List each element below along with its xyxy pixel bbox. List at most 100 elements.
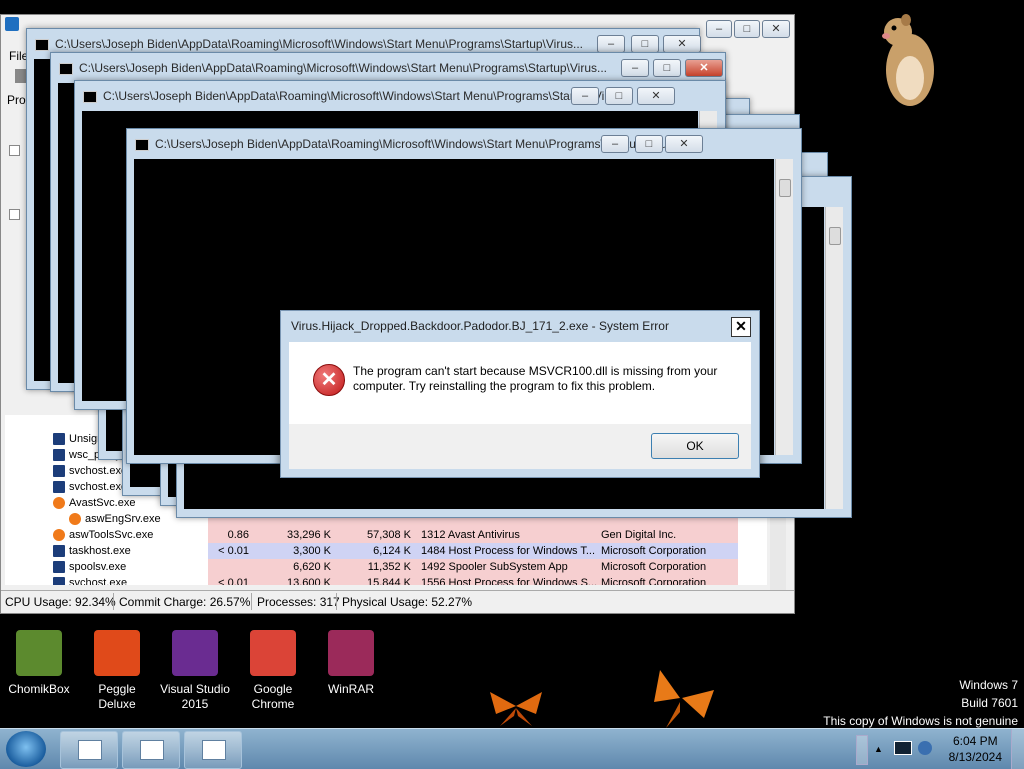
desktop-icon-label: WinRAR	[327, 682, 374, 696]
error-message: The program can't start because MSVCR100…	[353, 364, 718, 393]
cmd-scrollbar[interactable]	[775, 159, 793, 455]
cell-name: aswToolsSvc.exe	[69, 529, 154, 541]
cell-company: Microsoft Corporation	[601, 577, 707, 585]
dialog-body: ✕ The program can't start because MSVCR1…	[289, 342, 751, 424]
process-icon	[53, 433, 65, 445]
cmd-icon	[135, 139, 149, 151]
process-icon	[53, 561, 65, 573]
scroll-thumb[interactable]	[779, 179, 791, 197]
cmd-icon	[83, 91, 97, 103]
cell-name: spoolsv.exe	[69, 561, 127, 573]
close-button[interactable]: ✕	[665, 135, 703, 153]
tree-expander[interactable]	[9, 145, 20, 156]
cell-priv: 13,600 K	[286, 577, 331, 585]
clock[interactable]: 6:04 PM 8/13/2024	[949, 733, 1002, 765]
table-row[interactable]: taskhost.exe < 0.01 3,300 K 6,124 K 1484 Hos…	[5, 543, 767, 559]
tray-overflow-button[interactable]	[856, 735, 868, 765]
butterfly-icon	[644, 668, 722, 733]
dialog-close-button[interactable]: ✕	[731, 317, 751, 337]
taskbar-window-button[interactable]	[60, 731, 118, 769]
clock-time: 6:04 PM	[952, 734, 998, 748]
close-button[interactable]: ✕	[663, 35, 701, 53]
minimize-button[interactable]: –	[597, 35, 625, 53]
cell-ws: 6,124 K	[373, 545, 411, 557]
window-icon	[140, 740, 164, 760]
table-row[interactable]: spoolsv.exe 6,620 K 11,352 K 1492 Spooler S…	[5, 559, 767, 575]
process-icon	[53, 481, 65, 493]
butterfly-icon	[486, 686, 546, 731]
close-button[interactable]: ✕	[685, 59, 723, 77]
minimize-button[interactable]: –	[706, 20, 732, 38]
task-manager-icon	[5, 17, 19, 31]
action-center-icon[interactable]	[894, 741, 912, 755]
maximize-button[interactable]: □	[631, 35, 659, 53]
start-button[interactable]	[6, 731, 46, 767]
maximize-button[interactable]: □	[734, 20, 760, 38]
cmd-icon	[35, 39, 49, 51]
desktop-icon-peggle[interactable]: Peggle Deluxe	[82, 630, 152, 712]
cell-cpu: < 0.01	[218, 545, 249, 557]
cmd-window-title: C:\Users\Joseph Biden\AppData\Roaming\Mi…	[55, 37, 583, 51]
taskbar-window-button[interactable]	[184, 731, 242, 769]
cell-priv: 6,620 K	[293, 561, 331, 573]
window-icon	[202, 740, 226, 760]
status-bar: CPU Usage: 92.34% Commit Charge: 26.57% …	[1, 590, 794, 613]
process-icon	[53, 465, 65, 477]
windows-watermark: Windows 7 Build 7601 This copy of Window…	[823, 676, 1018, 730]
process-icon	[53, 449, 65, 461]
table-row[interactable]: svchost.exe < 0.01 13,600 K 15,844 K 1556 Ho…	[5, 575, 767, 585]
network-icon[interactable]	[918, 741, 932, 755]
maximize-button[interactable]: □	[653, 59, 681, 77]
taskbar: ▲ 6:04 PM 8/13/2024	[0, 728, 1024, 769]
cell-name: taskhost.exe	[69, 545, 131, 557]
cell-name: svchost.exe	[69, 577, 128, 585]
cell-company: Gen Digital Inc.	[601, 529, 677, 541]
tree-expander[interactable]	[9, 209, 20, 220]
watermark-line2: Build 7601	[961, 696, 1018, 710]
maximize-button[interactable]: □	[605, 87, 633, 105]
cpu-usage: CPU Usage: 92.34%	[5, 595, 116, 609]
desktop-icon-chomikbox[interactable]: ChomikBox	[4, 630, 74, 697]
process-icon	[53, 545, 65, 557]
desktop-icon-visual-studio[interactable]: Visual Studio 2015	[160, 630, 230, 712]
scroll-thumb[interactable]	[829, 227, 841, 245]
cmd-window-title: C:\Users\Joseph Biden\AppData\Roaming\Mi…	[79, 61, 607, 75]
ok-button[interactable]: OK	[651, 433, 739, 459]
close-button[interactable]: ✕	[637, 87, 675, 105]
visual-studio-icon	[172, 630, 218, 676]
physical-usage: Physical Usage: 52.27%	[342, 595, 473, 609]
cell-company: Microsoft Corporation	[601, 545, 707, 557]
watermark-line1: Windows 7	[959, 678, 1018, 692]
cmd-scrollbar[interactable]	[825, 207, 843, 509]
cell-pid-desc: 1556 Host Process for Windows S...	[421, 577, 598, 585]
desktop-icon-label: Visual Studio 2015	[160, 682, 230, 711]
cell-cpu	[213, 559, 249, 575]
peggle-icon	[94, 630, 140, 676]
cmd-window-title: C:\Users\Joseph Biden\AppData\Roaming\Mi…	[103, 89, 631, 103]
chomikbox-icon	[16, 630, 62, 676]
desktop-icon-label: Google Chrome	[251, 682, 295, 711]
show-hidden-icons-icon[interactable]: ▲	[874, 744, 883, 754]
cell-pid-desc: 1484 Host Process for Windows T...	[421, 545, 596, 557]
commit-charge: Commit Charge: 26.57%	[119, 595, 251, 609]
cmd-icon	[59, 63, 73, 75]
minimize-button[interactable]: –	[621, 59, 649, 77]
process-icon	[53, 529, 65, 541]
close-button[interactable]: ✕	[762, 20, 790, 38]
show-desktop-button[interactable]	[1011, 729, 1024, 769]
maximize-button[interactable]: □	[635, 135, 663, 153]
table-row[interactable]: aswToolsSvc.exe 0.86 33,296 K 57,308 K 1312 …	[5, 527, 767, 543]
cell-ws: 57,308 K	[366, 529, 411, 541]
taskbar-window-button[interactable]	[122, 731, 180, 769]
desktop-icon-chrome[interactable]: Google Chrome	[238, 630, 308, 712]
hamster-gadget-icon[interactable]	[876, 10, 940, 110]
minimize-button[interactable]: –	[571, 87, 599, 105]
cell-ws: 15,844 K	[366, 577, 411, 585]
minimize-button[interactable]: –	[601, 135, 629, 153]
desktop-icon-label: Peggle Deluxe	[98, 682, 136, 711]
process-icon	[53, 577, 65, 585]
system-error-dialog[interactable]: Virus.Hijack_Dropped.Backdoor.Padodor.BJ…	[280, 310, 760, 478]
cell-company: Microsoft Corporation	[601, 561, 707, 573]
process-icon	[53, 497, 65, 509]
desktop-icon-winrar[interactable]: WinRAR	[316, 630, 386, 697]
